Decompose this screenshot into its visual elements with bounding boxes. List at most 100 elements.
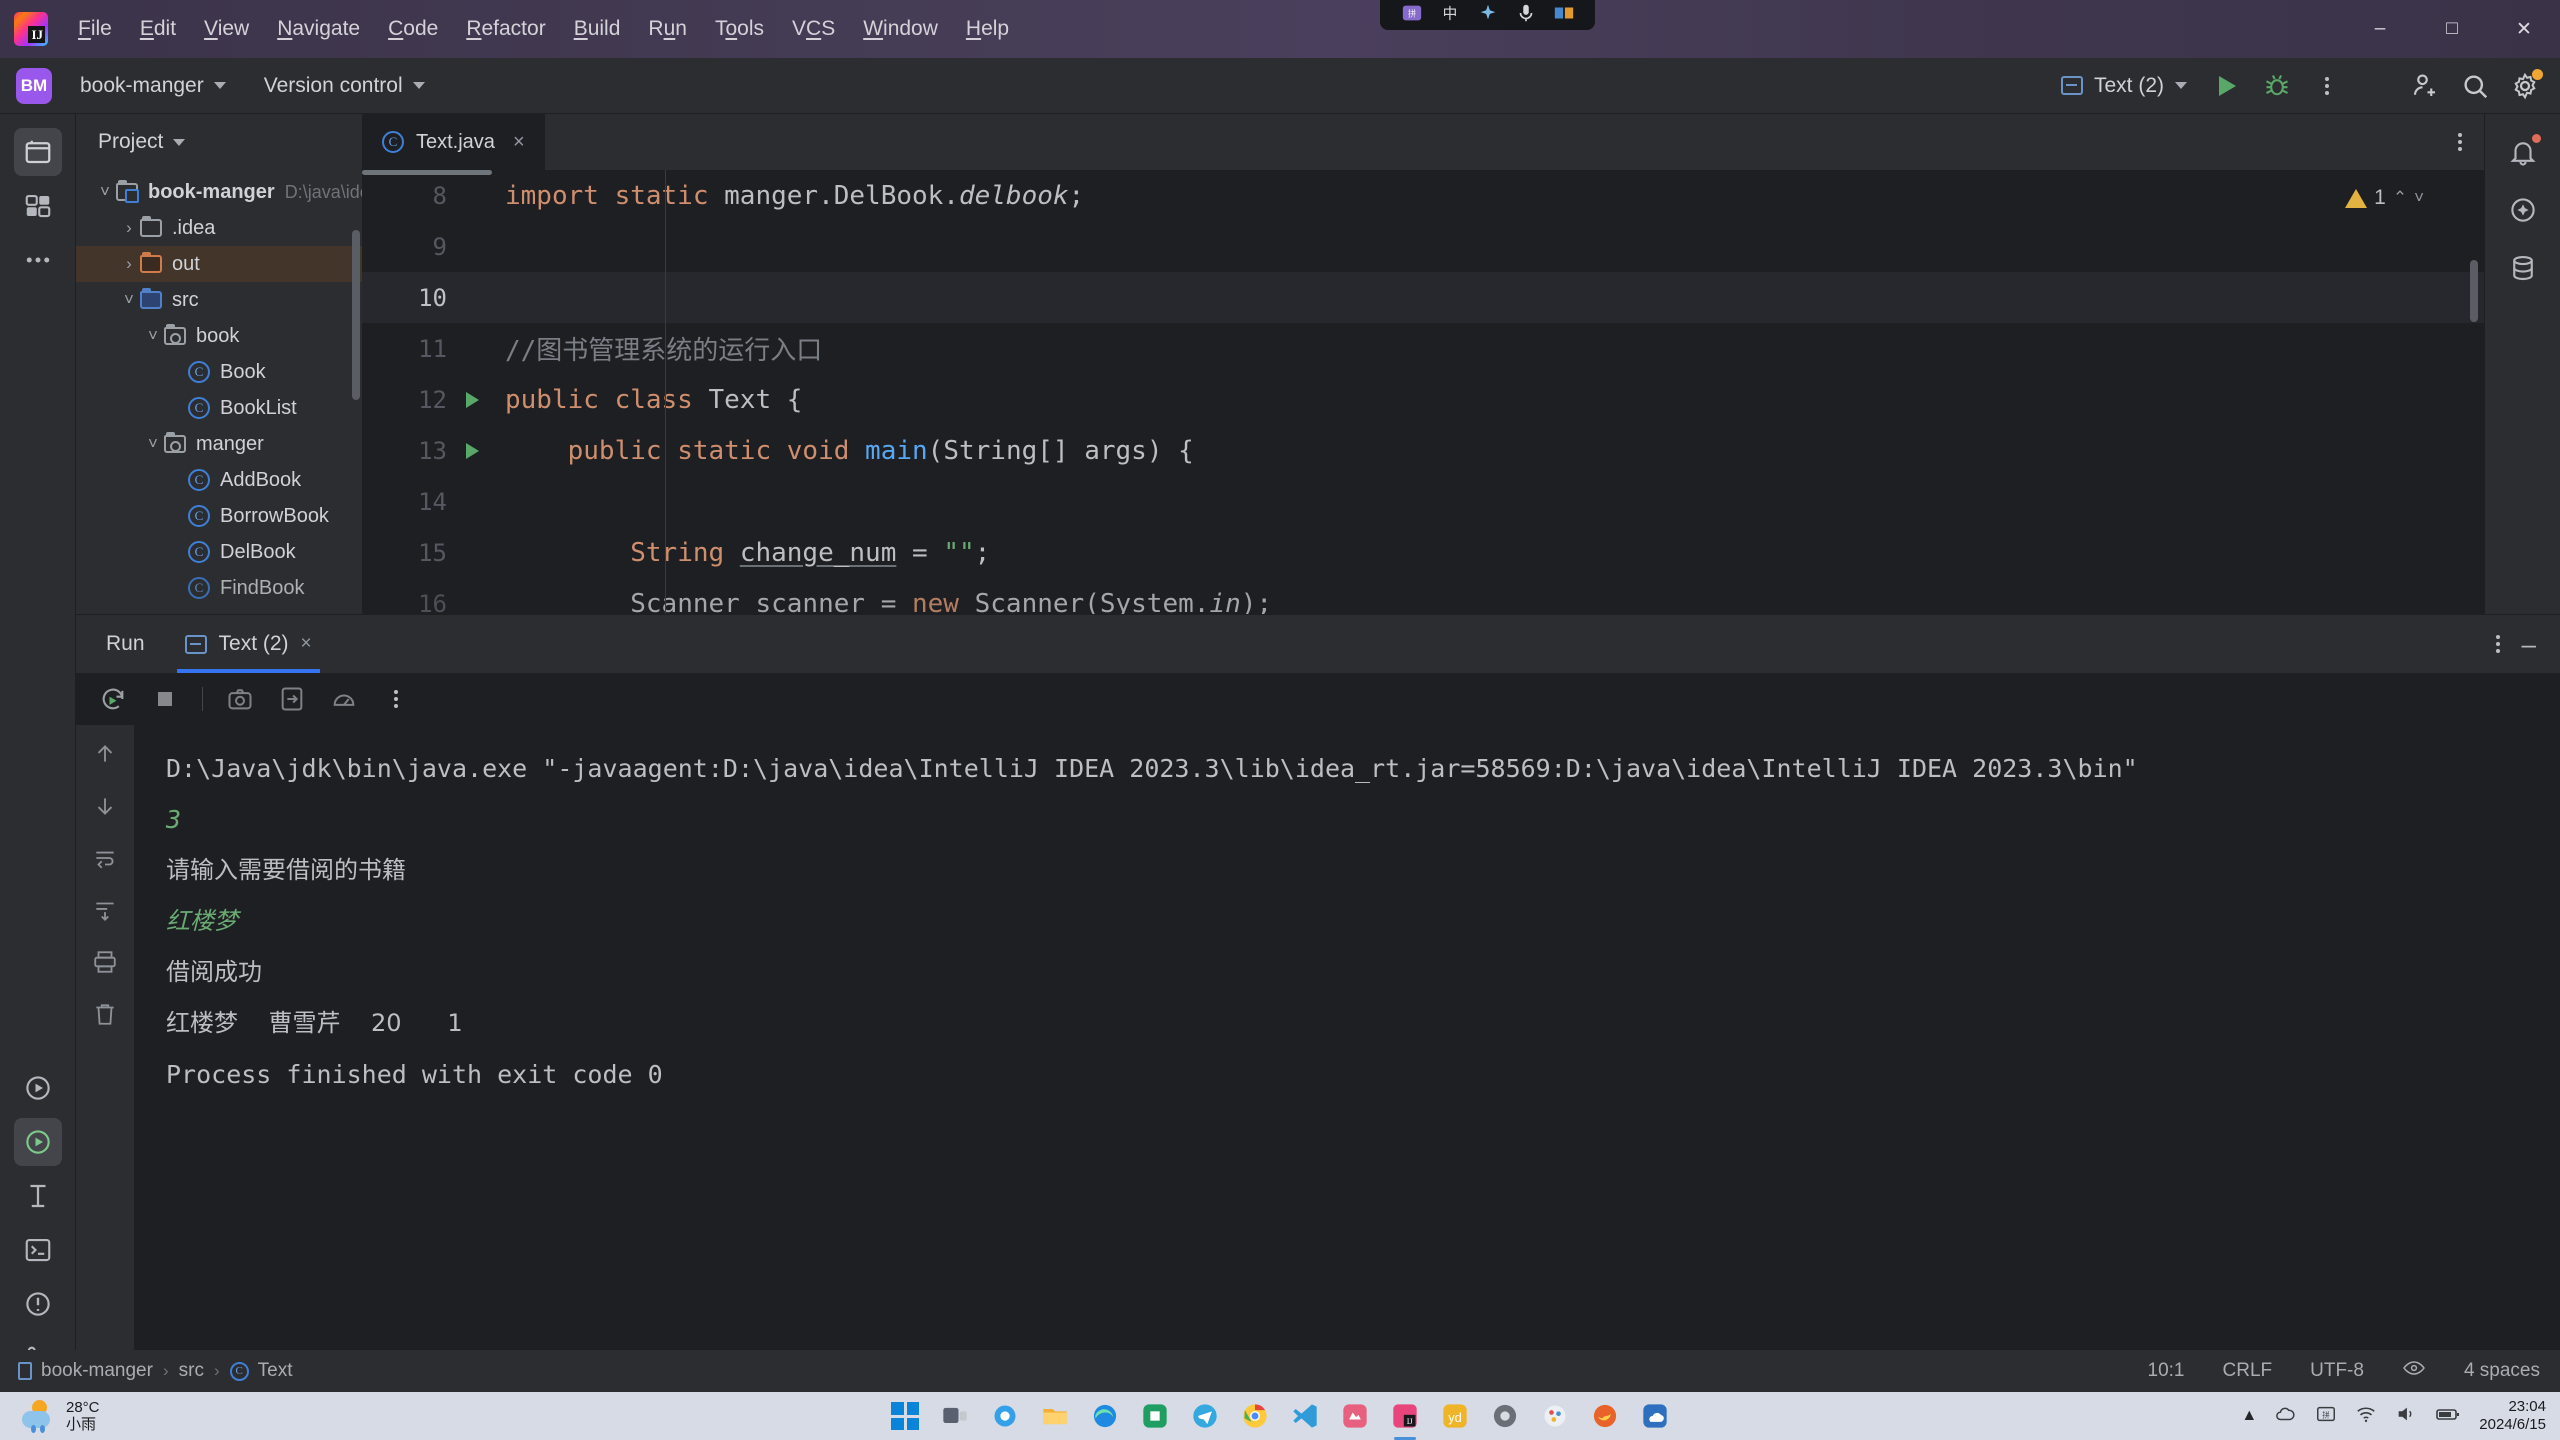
breadcrumb-item-module[interactable]: book-manger	[18, 1360, 153, 1382]
task-view-button[interactable]	[935, 1396, 975, 1436]
menu-tools[interactable]: Tools	[701, 13, 778, 45]
project-tree-scrollbar[interactable]	[352, 230, 360, 400]
line-separator[interactable]: CRLF	[2223, 1360, 2273, 1382]
commit-tool-window-button[interactable]	[14, 182, 62, 230]
editor-options-button[interactable]	[2458, 133, 2462, 151]
widgets-button[interactable]	[985, 1396, 1025, 1436]
add-account-button[interactable]	[2404, 65, 2446, 107]
battery-icon[interactable]	[2435, 1403, 2461, 1430]
expand-arrow-down-icon[interactable]: ˅	[142, 434, 164, 454]
close-run-tab-icon[interactable]: ×	[301, 633, 312, 655]
editor-horizontal-scrollbar[interactable]	[362, 170, 492, 175]
run-button[interactable]	[2206, 65, 2248, 107]
minimize-run-window-icon[interactable]: –	[2522, 631, 2536, 657]
ime-floating-bar[interactable]: 拼 中	[1380, 0, 1595, 30]
code-editor[interactable]: 8 import static manger.DelBook.delbook; …	[362, 170, 2484, 614]
circle-app-button[interactable]	[1485, 1396, 1525, 1436]
run-class-gutter-icon[interactable]	[457, 391, 487, 408]
tree-node-Book[interactable]: C Book	[76, 354, 362, 390]
scroll-up-button[interactable]	[90, 739, 120, 769]
close-button[interactable]: ✕	[2488, 0, 2560, 58]
menu-view[interactable]: View	[190, 13, 263, 45]
vscode-button[interactable]	[1285, 1396, 1325, 1436]
tree-node-idea[interactable]: › .idea	[76, 210, 362, 246]
tree-node-src[interactable]: ˅ src	[76, 282, 362, 318]
menu-code[interactable]: Code	[374, 13, 452, 45]
expand-arrow-right-icon[interactable]: ›	[118, 218, 140, 238]
run-tab-text-2[interactable]: Text (2) ×	[171, 615, 326, 673]
editor-vertical-scrollbar[interactable]	[2470, 260, 2478, 322]
clear-all-button[interactable]	[90, 999, 120, 1029]
telegram-button[interactable]	[1185, 1396, 1225, 1436]
menu-navigate[interactable]: Navigate	[263, 13, 374, 45]
console-more-button[interactable]	[381, 684, 411, 714]
intellij-idea-button[interactable]: IJ	[1385, 1396, 1425, 1440]
problems-tool-window-button[interactable]	[14, 1280, 62, 1328]
debug-button[interactable]	[2256, 65, 2298, 107]
caret-position[interactable]: 10:1	[2148, 1360, 2185, 1382]
firefox-button[interactable]	[1585, 1396, 1625, 1436]
maximize-button[interactable]: □	[2416, 0, 2488, 58]
settings-button[interactable]	[2504, 65, 2546, 107]
chinese-input-icon[interactable]: 中	[1439, 2, 1461, 24]
keyboard-icon[interactable]	[1553, 2, 1575, 24]
expand-arrow-down-icon[interactable]: ˅	[94, 182, 116, 202]
profiler-button[interactable]	[329, 684, 359, 714]
menu-help[interactable]: Help	[952, 13, 1023, 45]
project-name-dropdown[interactable]: book-manger	[70, 69, 236, 103]
tree-node-FindBook[interactable]: C FindBook	[76, 570, 362, 606]
tree-node-BorrowBook[interactable]: C BorrowBook	[76, 498, 362, 534]
tree-node-book-manger[interactable]: ˅ book-manger D:\java\ide	[76, 174, 370, 210]
editor-tab-text-java[interactable]: C Text.java ×	[362, 114, 545, 170]
menu-build[interactable]: Build	[560, 13, 635, 45]
run-more-options-icon[interactable]	[2495, 635, 2500, 653]
paint-app-button[interactable]	[1535, 1396, 1575, 1436]
project-panel-header[interactable]: Project	[76, 114, 362, 170]
database-button[interactable]	[2499, 244, 2547, 292]
rerun-button[interactable]	[98, 684, 128, 714]
expand-arrow-down-icon[interactable]: ˅	[118, 290, 140, 310]
file-encoding[interactable]: UTF-8	[2310, 1360, 2364, 1382]
yd-dict-button[interactable]: yd	[1435, 1396, 1475, 1436]
expand-arrow-down-icon[interactable]: ˅	[142, 326, 164, 346]
tree-node-out[interactable]: › out	[76, 246, 362, 282]
menu-vcs[interactable]: VCS	[778, 13, 849, 45]
more-tool-windows-button[interactable]	[14, 236, 62, 284]
ai-assistant-button[interactable]	[2499, 186, 2547, 234]
breadcrumb-item-class[interactable]: C Text	[229, 1360, 292, 1382]
input-method-icon[interactable]: 拼	[2315, 1403, 2337, 1430]
breadcrumb-item-src[interactable]: src	[179, 1360, 204, 1382]
warning-indicator[interactable]: 1 ⌃ ˅	[2345, 186, 2424, 210]
microphone-icon[interactable]	[1515, 2, 1537, 24]
structure-tool-window-button[interactable]	[14, 1172, 62, 1220]
chrome-button[interactable]	[1235, 1396, 1275, 1436]
clock-widget[interactable]: 23:04 2024/6/15	[2479, 1398, 2546, 1434]
project-tool-window-button[interactable]	[13, 128, 62, 176]
chevron-down-icon[interactable]: ˅	[2414, 188, 2424, 208]
notifications-button[interactable]	[2499, 128, 2547, 176]
stop-button[interactable]	[150, 684, 180, 714]
chevron-up-icon[interactable]: ⌃	[2393, 188, 2407, 208]
close-tab-icon[interactable]: ×	[513, 131, 525, 154]
tree-node-book-package[interactable]: ˅ book	[76, 318, 362, 354]
volume-icon[interactable]	[2395, 1403, 2417, 1430]
network-icon[interactable]	[2355, 1403, 2377, 1430]
scroll-down-button[interactable]	[90, 791, 120, 821]
file-explorer-button[interactable]	[1035, 1396, 1075, 1436]
soft-wrap-button[interactable]	[90, 843, 120, 873]
minimize-button[interactable]: –	[2344, 0, 2416, 58]
show-hidden-icons-button[interactable]: ▲	[2241, 1407, 2257, 1425]
console-output[interactable]: D:\Java\jdk\bin\java.exe "-javaagent:D:\…	[134, 725, 2560, 1392]
start-button[interactable]	[885, 1396, 925, 1436]
more-actions-button[interactable]	[2306, 65, 2348, 107]
weather-widget[interactable]: 28°C 小雨	[0, 1399, 100, 1434]
menu-refactor[interactable]: Refactor	[452, 13, 559, 45]
version-control-dropdown[interactable]: Version control	[254, 69, 435, 103]
edge-browser-button[interactable]	[1085, 1396, 1125, 1436]
expand-arrow-right-icon[interactable]: ›	[118, 254, 140, 274]
sparkle-icon[interactable]	[1477, 2, 1499, 24]
search-everywhere-button[interactable]	[2454, 65, 2496, 107]
cloud-app-button[interactable]	[1635, 1396, 1675, 1436]
run-tool-window-button[interactable]	[14, 1064, 62, 1112]
indent-setting[interactable]: 4 spaces	[2464, 1360, 2540, 1382]
